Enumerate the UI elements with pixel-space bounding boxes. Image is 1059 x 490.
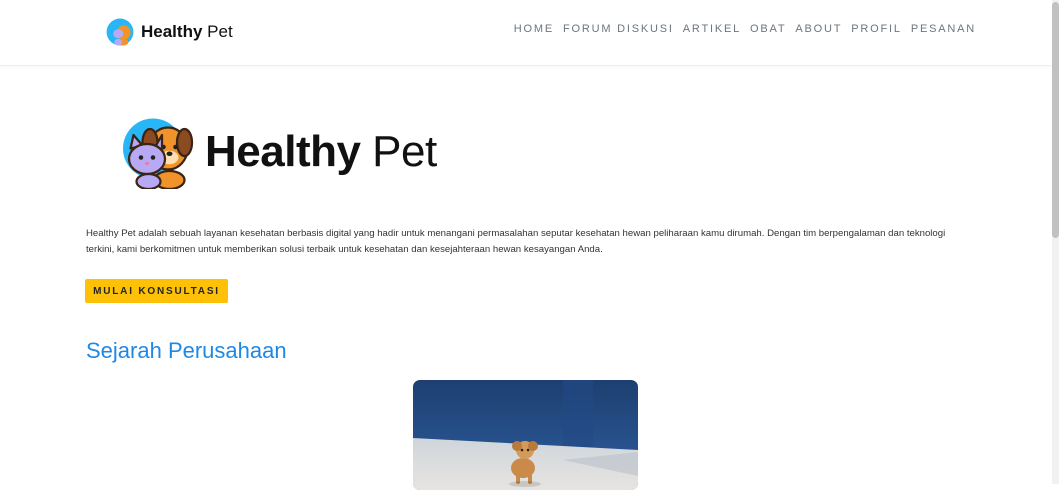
top-navbar: Healthy Pet HOME FORUM DISKUSI ARTIKEL O… (0, 0, 1052, 66)
intro-description: Healthy Pet adalah sebuah layanan keseha… (86, 228, 946, 255)
brand-text: Healthy Pet (141, 22, 233, 41)
nav-home[interactable]: HOME (514, 23, 554, 35)
section-title: Sejarah Perusahaan (86, 338, 287, 363)
nav-about[interactable]: ABOUT (795, 23, 842, 35)
nav-pesanan[interactable]: PESANAN (911, 23, 976, 35)
nav-profil[interactable]: PROFIL (851, 23, 902, 35)
cat-dog-logo-icon (106, 18, 134, 46)
nav-artikel[interactable]: ARTIKEL (683, 23, 741, 35)
nav-obat[interactable]: OBAT (750, 23, 786, 35)
cat-dog-logo-icon (123, 118, 194, 189)
mulai-konsultasi-button[interactable]: MULAI KONSULTASI (85, 279, 228, 303)
company-history-photo (413, 380, 638, 490)
page-scrollbar[interactable] (1052, 0, 1059, 484)
hero-logo: Healthy Pet (120, 114, 437, 189)
brand-link[interactable]: Healthy Pet (106, 18, 233, 46)
nav-forum-diskusi[interactable]: FORUM DISKUSI (563, 23, 674, 35)
hero-title: Healthy Pet (205, 126, 437, 176)
scrollbar-thumb[interactable] (1052, 2, 1059, 238)
nav-menu: HOME FORUM DISKUSI ARTIKEL OBAT ABOUT PR… (514, 23, 976, 35)
